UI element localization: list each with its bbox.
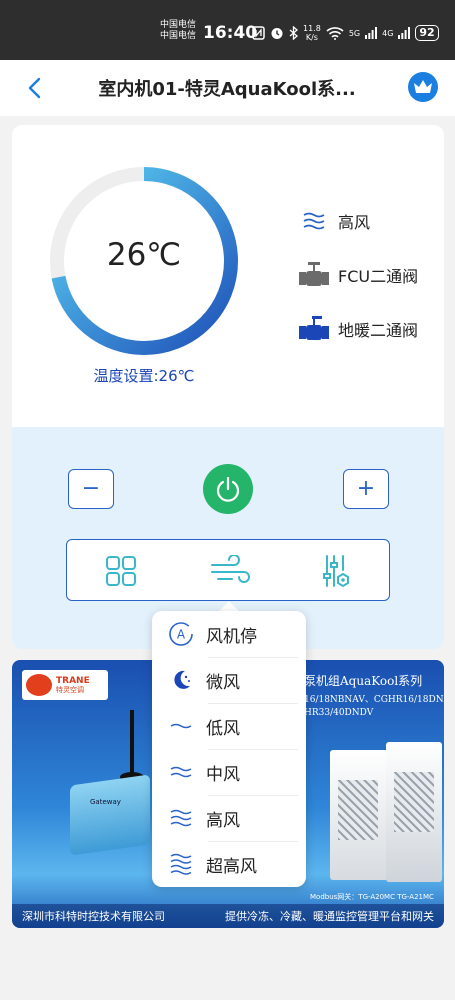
banner-models-1: 16/18NBNAV、CGHR16/18DNAV xyxy=(304,695,444,705)
signal-icon xyxy=(365,27,378,39)
mid-wind-icon xyxy=(168,759,194,785)
status-fan-label: 高风 xyxy=(338,213,371,232)
net-speed: 11.8 K/s xyxy=(303,24,321,42)
outdoor-unit-image xyxy=(330,750,388,880)
chevron-left-icon xyxy=(28,77,41,99)
mode-toolbar xyxy=(66,539,390,601)
trane-logo-mark xyxy=(26,674,52,696)
settings-button[interactable] xyxy=(319,553,355,589)
low-wind-icon xyxy=(168,713,194,739)
battery-indicator: 92 xyxy=(415,25,439,41)
clock: 16:40 xyxy=(203,23,258,43)
nfc-icon xyxy=(252,26,265,40)
banner-footer: 深圳市科特时控技术有限公司 提供冷冻、冷藏、暖通监控管理平台和网关 xyxy=(12,904,444,928)
wifi-icon xyxy=(326,27,344,40)
menu-label-breeze: 微风 xyxy=(206,672,240,693)
trane-brand-sub: 特灵空调 xyxy=(56,685,84,694)
outdoor-unit-image-2 xyxy=(386,742,442,882)
trane-logo: TRANE 特灵空调 xyxy=(22,670,108,700)
menu-item-mid[interactable]: 中风 xyxy=(152,749,306,795)
status-icons: 11.8 K/s 5G 4G 92 xyxy=(252,22,439,44)
back-button[interactable] xyxy=(22,74,50,102)
high-wind-icon xyxy=(168,805,194,831)
svg-text:A: A xyxy=(177,628,186,642)
crown-icon xyxy=(414,80,432,93)
gateway-device-image xyxy=(70,774,150,856)
decrease-temp-button[interactable]: − xyxy=(68,469,114,509)
increase-temp-button[interactable]: + xyxy=(343,469,389,509)
status-floor-valve: 地暖二通阀 xyxy=(298,313,418,345)
super-wind-icon xyxy=(168,851,194,877)
current-temperature: 26℃ xyxy=(106,237,182,273)
valve-icon xyxy=(298,259,330,291)
moon-icon xyxy=(168,667,194,693)
sliders-icon xyxy=(323,555,349,588)
wind-icon xyxy=(298,205,330,237)
status-fan-speed: 高风 xyxy=(298,205,370,237)
power-icon xyxy=(216,476,240,502)
menu-item-high[interactable]: 高风 xyxy=(152,795,306,841)
floor-valve-icon xyxy=(298,313,330,345)
alarm-icon xyxy=(271,28,283,39)
net-speed-unit: K/s xyxy=(305,33,318,42)
status-fcu-valve: FCU二通阀 xyxy=(298,259,418,291)
plus-label: + xyxy=(356,476,376,501)
minus-label: − xyxy=(81,476,101,501)
status-floor-label: 地暖二通阀 xyxy=(338,321,419,340)
power-button[interactable] xyxy=(203,464,253,514)
menu-label-high: 高风 xyxy=(206,810,240,831)
set-temperature-label: 温度设置:26℃ xyxy=(93,367,195,385)
menu-label-mid: 中风 xyxy=(206,764,240,785)
signal-5g-label: 5G xyxy=(348,28,361,38)
signal-4g-label: 4G xyxy=(382,28,394,38)
banner-slogan: 提供冷冻、冷藏、暖通监控管理平台和网关 xyxy=(225,910,434,923)
signal-icon-2 xyxy=(398,27,411,39)
app-header: 室内机01-特灵AquaKool系... xyxy=(0,60,455,116)
carrier-2: 中国电信 xyxy=(160,31,197,41)
grid-icon xyxy=(106,556,136,586)
fan-speed-menu: A 风机停 微风 低风 中风 高风 超高风 xyxy=(152,611,306,887)
mode-menu-button[interactable] xyxy=(103,553,139,589)
page-title: 室内机01-特灵AquaKool系... xyxy=(98,79,356,100)
menu-label-super-high: 超高风 xyxy=(206,856,257,877)
antenna-image xyxy=(130,710,134,780)
banner-title: 泵机组AquaKool系列 xyxy=(304,674,423,688)
menu-item-fan-stop[interactable]: A 风机停 xyxy=(152,611,306,657)
fan-speed-button[interactable] xyxy=(209,553,253,589)
menu-item-super-high[interactable]: 超高风 xyxy=(152,841,306,887)
status-bar: 中国电信 中国电信 16:40 11.8 K/s 5G 4G 92 xyxy=(0,0,455,60)
status-fcu-label: FCU二通阀 xyxy=(338,267,419,286)
net-speed-value: 11.8 xyxy=(303,24,321,33)
gateway-device-label: Gateway xyxy=(90,798,121,806)
trane-brand: TRANE xyxy=(56,675,90,686)
device-status-panel: 26℃ 温度设置:26℃ 高风 FCU二通阀 地暖二通阀 xyxy=(12,125,444,427)
menu-item-low[interactable]: 低风 xyxy=(152,703,306,749)
banner-modbus: Modbus网关：TG-A20MC TG-A21MC xyxy=(310,893,434,901)
banner-company: 深圳市科特时控技术有限公司 xyxy=(22,910,165,923)
wind-icon xyxy=(211,555,250,583)
banner-models-2: HR33/40DNDV xyxy=(304,708,374,718)
carrier-info: 中国电信 中国电信 xyxy=(160,20,196,42)
menu-label-fan-stop: 风机停 xyxy=(206,626,257,647)
menu-label-low: 低风 xyxy=(206,718,240,739)
device-card: 26℃ 温度设置:26℃ 高风 FCU二通阀 地暖二通阀 − + xyxy=(12,125,444,649)
menu-item-breeze[interactable]: 微风 xyxy=(152,657,306,703)
bluetooth-icon xyxy=(289,26,298,40)
vip-button[interactable] xyxy=(408,72,438,102)
carrier-1: 中国电信 xyxy=(160,20,197,30)
auto-fan-icon: A xyxy=(168,621,194,647)
